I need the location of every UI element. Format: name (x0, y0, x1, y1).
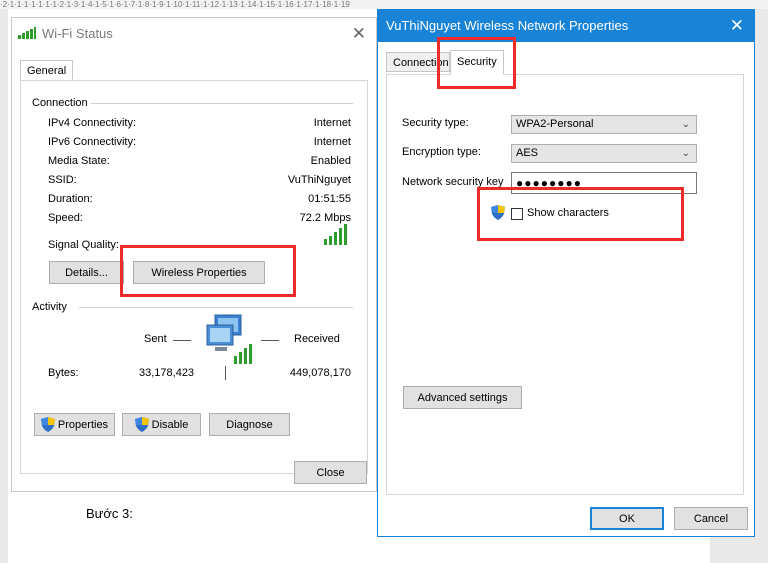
close-button[interactable]: Close (294, 461, 367, 484)
wifi-status-window: Wi-Fi Status ✕ General Connection IPv4 C… (11, 17, 377, 492)
duration-label: Duration: (48, 193, 93, 205)
connection-section-header: Connection (32, 97, 88, 109)
network-properties-titlebar: VuThiNguyet Wireless Network Properties … (378, 10, 754, 42)
document-step-text: Bước 3: (86, 506, 133, 521)
tab-connection[interactable]: Connection (386, 52, 450, 72)
bytes-label: Bytes: (48, 367, 79, 379)
wifi-signal-icon (18, 27, 36, 39)
shield-icon (134, 417, 149, 432)
connection-divider (91, 103, 353, 104)
bytes-received-value: 449,078,170 (289, 367, 351, 379)
shield-icon (491, 205, 505, 220)
network-properties-title: VuThiNguyet Wireless Network Properties (386, 18, 629, 33)
ipv4-value: Internet (313, 117, 351, 129)
sent-label: Sent (144, 333, 167, 345)
tab-general[interactable]: General (20, 60, 74, 80)
media-state-label: Media State: (48, 155, 110, 167)
document-ruler: ·2·1·1·1·1·1·1·1·2·1·3·1·4·1·5·1·6·1·7·1… (0, 0, 768, 9)
network-computer-icon (206, 314, 252, 364)
advanced-settings-button[interactable]: Advanced settings (403, 386, 522, 409)
received-line (261, 340, 279, 341)
encryption-type-label: Encryption type: (402, 146, 481, 158)
ipv6-value: Internet (313, 136, 351, 148)
encryption-type-select[interactable]: AES ⌄ (511, 144, 697, 163)
wifi-status-title: Wi-Fi Status (42, 26, 113, 41)
security-type-value: WPA2-Personal (516, 118, 594, 130)
security-type-label: Security type: (402, 117, 469, 129)
wireless-properties-button[interactable]: Wireless Properties (133, 261, 265, 284)
properties-button[interactable]: Properties (34, 413, 115, 436)
speed-label: Speed: (48, 212, 83, 224)
close-icon[interactable]: ✕ (730, 16, 744, 36)
ssid-label: SSID: (48, 174, 77, 186)
properties-button-label: Properties (57, 418, 109, 431)
activity-divider (79, 307, 353, 308)
ipv6-label: IPv6 Connectivity: (48, 136, 137, 148)
bytes-sent-value: 33,178,423 (139, 367, 195, 379)
received-label: Received (294, 333, 340, 345)
disable-button-label: Disable (151, 418, 189, 431)
show-characters-checkbox[interactable] (511, 208, 523, 220)
duration-value: 01:51:55 (308, 193, 351, 205)
chevron-down-icon: ⌄ (681, 119, 690, 130)
ipv4-label: IPv4 Connectivity: (48, 117, 137, 129)
signal-quality-icon (324, 224, 347, 245)
encryption-type-value: AES (516, 147, 539, 159)
media-state-value: Enabled (310, 155, 351, 167)
disable-button[interactable]: Disable (122, 413, 201, 436)
tab-security[interactable]: Security (450, 50, 504, 75)
ok-button[interactable]: OK (590, 507, 664, 530)
details-button[interactable]: Details... (49, 261, 124, 284)
sent-line (173, 340, 191, 341)
activity-section-header: Activity (32, 301, 67, 313)
shield-icon (40, 417, 55, 432)
bytes-separator (225, 366, 226, 380)
close-icon[interactable]: ✕ (352, 24, 366, 44)
cancel-button[interactable]: Cancel (674, 507, 748, 530)
network-security-key-label: Network security key (402, 176, 504, 188)
show-characters-label: Show characters (527, 207, 609, 219)
diagnose-button[interactable]: Diagnose (209, 413, 290, 436)
ssid-value: VuThiNguyet (287, 174, 351, 186)
network-security-key-input[interactable]: ●●●●●●●● (511, 172, 697, 194)
security-type-select[interactable]: WPA2-Personal ⌄ (511, 115, 697, 134)
signal-quality-label: Signal Quality: (48, 239, 119, 251)
general-panel: Connection IPv4 Connectivity: Internet I… (20, 80, 368, 474)
network-properties-window: VuThiNguyet Wireless Network Properties … (377, 9, 755, 537)
wifi-status-titlebar: Wi-Fi Status ✕ (12, 18, 376, 50)
security-panel: Security type: WPA2-Personal ⌄ Encryptio… (386, 74, 744, 495)
chevron-down-icon: ⌄ (681, 148, 690, 159)
